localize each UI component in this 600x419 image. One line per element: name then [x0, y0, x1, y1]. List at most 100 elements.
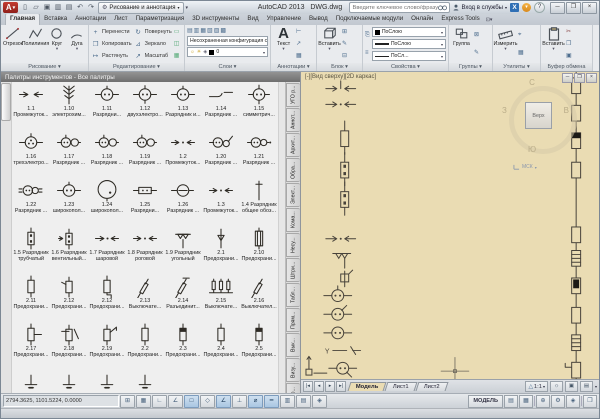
palette-tool-2.1[interactable]: 2.1Предохрани...: [202, 227, 240, 275]
panel-groups-title[interactable]: Группы ▾: [449, 63, 492, 71]
help-icon[interactable]: ?: [534, 2, 545, 13]
edit-block-icon[interactable]: ✎: [342, 40, 347, 49]
palette-tool-1.14[interactable]: 1.14Разрядник ...: [202, 83, 240, 131]
layer-state-dropdown[interactable]: Несохраненная конфигурация сло▾: [187, 36, 268, 46]
ribbon-tab-6[interactable]: 3D инструменты: [188, 14, 243, 25]
search-input[interactable]: [352, 4, 438, 12]
minimize-button[interactable]: ─: [550, 2, 565, 14]
annotation-monitor-icon[interactable]: ⊕: [536, 395, 550, 408]
palette-tool-2.12[interactable]: 2.12Предохрани...: [88, 275, 126, 323]
sun-icon[interactable]: ☀: [197, 49, 202, 55]
prev-tab-button[interactable]: ◂: [314, 381, 324, 392]
toggle-osnap3d[interactable]: ◇: [200, 395, 215, 408]
palette-scrollbar-right[interactable]: [278, 82, 285, 393]
palette-tool-2.5[interactable]: 2.5Предохрани...: [240, 323, 278, 371]
trim-icon[interactable]: ▭: [174, 28, 180, 37]
toggle-ortho[interactable]: ∟: [152, 395, 167, 408]
palette-tool-1.25[interactable]: 1.25Разрядни...: [126, 179, 164, 227]
toggle-osnap[interactable]: □: [184, 395, 199, 408]
toggle-snap[interactable]: ⊞: [120, 395, 135, 408]
palette-tool-1.3[interactable]: 1.3Промежуток...: [202, 179, 240, 227]
palette-tab-6[interactable]: Кома...: [286, 208, 300, 232]
layer-off-icon[interactable]: ▥: [194, 27, 200, 34]
lock-icon[interactable]: ◈: [203, 49, 207, 55]
palette-tool-1.18[interactable]: 1.18Разрядник ...: [88, 131, 126, 179]
palette-tool-1.23[interactable]: 1.23широкопол...: [50, 179, 88, 227]
quick-calc-icon[interactable]: ▦: [518, 49, 524, 58]
qat-more-button[interactable]: ▾: [186, 5, 189, 11]
edit-повернуть-button[interactable]: ↻Повернуть: [134, 27, 172, 37]
palette-tool-2.13[interactable]: 2.13Выключате...: [126, 275, 164, 323]
ribbon-tab-5[interactable]: Параметризация: [132, 14, 189, 25]
palette-tool-1.20[interactable]: 1.20Разрядник ...: [202, 131, 240, 179]
ribbon-options-button[interactable]: ⊡▾: [486, 15, 493, 25]
draw-polyline-button[interactable]: Полилиния: [25, 26, 46, 62]
annotation-settings-icon[interactable]: ▤: [580, 381, 593, 392]
palette-tool-2.12[interactable]: 2.12Предохрани...: [50, 275, 88, 323]
dimension-icon[interactable]: ⊢: [296, 28, 302, 37]
viewcube[interactable]: С З В Ю Верх МСК▾: [501, 80, 577, 156]
paste-special-icon[interactable]: ▣: [566, 52, 572, 61]
tab-sheet1[interactable]: Лист1: [385, 382, 418, 391]
toggle-grid[interactable]: ▦: [136, 395, 151, 408]
palette-tool-1.9[interactable]: 1.9 Разрядникугольный: [164, 227, 202, 275]
array-icon[interactable]: ▦: [174, 52, 180, 61]
panel-annotate-title[interactable]: Аннотации ▾: [271, 63, 316, 71]
palette-tool-2.11[interactable]: 2.11Предохрани...: [12, 275, 50, 323]
text-button[interactable]: A Текст▾: [273, 26, 294, 62]
toggle-ducs[interactable]: ⊥: [232, 395, 247, 408]
panel-properties-title[interactable]: Свойства ▾: [363, 63, 448, 71]
viewport-controls[interactable]: [-][Вид сверху][2D каркас]: [305, 74, 376, 80]
draw-circle-button[interactable]: Круг▾: [48, 26, 66, 62]
group-edit-icon[interactable]: ✎: [474, 49, 479, 58]
palette-tool-1.26[interactable]: 1.26Разрядник ...: [164, 179, 202, 227]
edit-растянуть-button[interactable]: ↦Растянуть: [91, 51, 132, 61]
search-binoculars-icon[interactable]: [438, 4, 447, 11]
exchange-apps-icon[interactable]: X: [510, 3, 519, 12]
viewcube-top-face[interactable]: Верх: [525, 102, 552, 129]
palette-tool-2.15[interactable]: 2.15Выключате...: [202, 275, 240, 323]
layer-isolate-icon[interactable]: ▦: [200, 27, 206, 34]
palette-tool-1.13[interactable]: 1.13Разрядник и...: [164, 83, 202, 131]
edit-зеркало-button[interactable]: ⊿Зеркало: [134, 39, 172, 49]
ribbon-tab-10[interactable]: Подключаемые модули: [332, 14, 407, 25]
toggle-tpy[interactable]: ▥: [280, 395, 295, 408]
palette-tool-2.3[interactable]: 2.3Предохрани...: [164, 323, 202, 371]
ungroup-icon[interactable]: ⊠: [474, 31, 479, 40]
lock-ui-icon[interactable]: ◈: [566, 395, 580, 408]
ribbon-tab-3[interactable]: Аннотации: [71, 14, 110, 25]
fillet-icon[interactable]: ◫: [174, 40, 180, 49]
palette-tab-1[interactable]: УГО р...: [286, 83, 300, 107]
lineweight-dropdown[interactable]: ПоСлою▾: [372, 39, 446, 49]
app-menu-button[interactable]: A▾: [3, 2, 18, 13]
palette-tab-13[interactable]: Исто...: [286, 383, 300, 393]
panel-clipboard-title[interactable]: Буфер обмена: [541, 63, 592, 71]
panel-block-title[interactable]: Блок ▾: [317, 63, 362, 71]
insert-block-button[interactable]: Вставить▾: [319, 26, 340, 62]
draw-line-button[interactable]: Отрезок: [3, 26, 23, 62]
palette-tool-2.4[interactable]: 2.4Предохрани...: [202, 323, 240, 371]
next-tab-button[interactable]: ▸: [325, 381, 335, 392]
palette-tool-1.22[interactable]: 1.22Разрядник ...: [12, 179, 50, 227]
palette-tab-7[interactable]: Несу...: [286, 233, 300, 257]
chevron-down-icon[interactable]: ▾: [595, 384, 597, 389]
last-tab-button[interactable]: ▸|: [336, 381, 346, 392]
palette-tool-1.15[interactable]: 1.15симметрич...: [240, 83, 278, 131]
first-tab-button[interactable]: |◂: [303, 381, 313, 392]
toggle-sc[interactable]: ◈: [312, 395, 327, 408]
viewcube-north[interactable]: С: [501, 78, 563, 87]
create-block-icon[interactable]: ⊞: [342, 28, 347, 37]
palette-tool-1.16[interactable]: 1.16трехэлектро...: [12, 131, 50, 179]
palette-tool-1.8[interactable]: 1.8 Разрядникроговой: [126, 227, 164, 275]
palette-tool-2.17[interactable]: 2.17Предохрани...: [12, 323, 50, 371]
group-button[interactable]: Группа: [451, 26, 472, 62]
palette-tool-1.6[interactable]: 1.6 Разрядниквентильный...: [50, 227, 88, 275]
undo-icon[interactable]: ↶: [75, 3, 85, 13]
attributes-icon[interactable]: ⊟: [342, 52, 347, 61]
ribbon-tab-8[interactable]: Управление: [263, 14, 305, 25]
restore-button[interactable]: ❐: [566, 2, 581, 14]
palette-tool-2.18[interactable]: 2.18Предохрани...: [50, 323, 88, 371]
leader-icon[interactable]: ↗: [296, 40, 302, 49]
doc-restore-button[interactable]: ❐: [574, 73, 585, 83]
palette-tool-1.2[interactable]: 1.2Промежуток...: [164, 131, 202, 179]
